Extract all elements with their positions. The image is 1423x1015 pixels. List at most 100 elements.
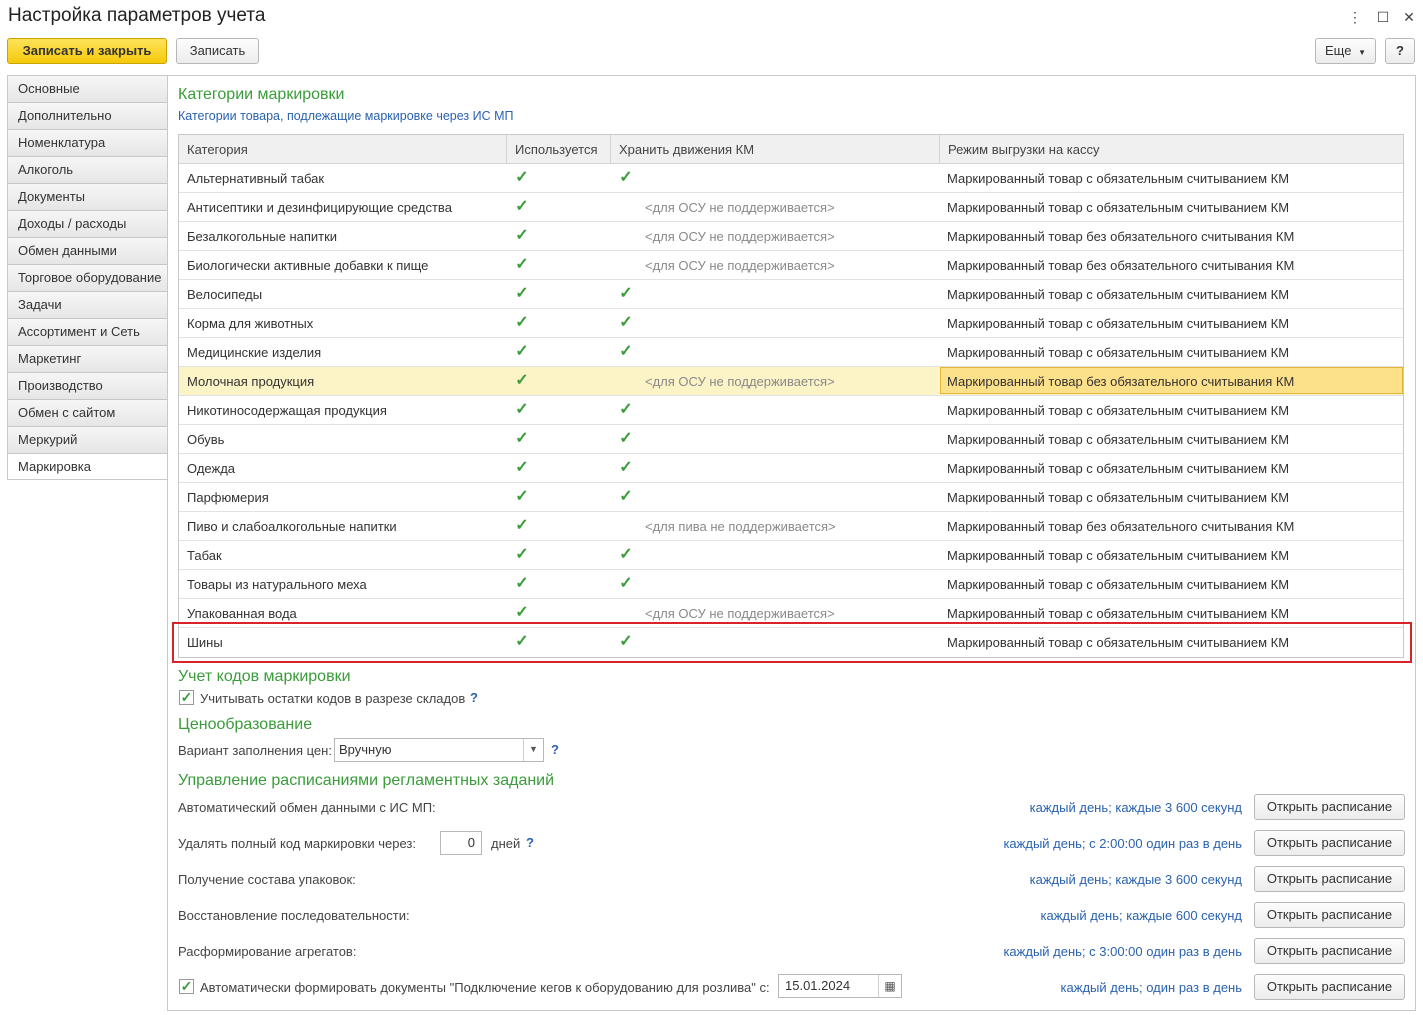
used-checkbox[interactable]: ✓ (515, 518, 529, 534)
schedule-link-package-contents[interactable]: каждый день; каждые 3 600 секунд (1030, 872, 1242, 887)
open-schedule-button[interactable]: Открыть расписание (1254, 830, 1405, 856)
schedule-link-delete-codes[interactable]: каждый день; с 2:00:00 один раз в день (1003, 836, 1242, 851)
upload-mode-cell[interactable]: Маркированный товар без обязательного сч… (947, 251, 1294, 280)
delete-codes-days-input[interactable]: 0 (440, 831, 482, 855)
upload-mode-cell[interactable]: Маркированный товар с обязательным считы… (947, 164, 1289, 193)
upload-mode-cell[interactable]: Маркированный товар с обязательным считы… (947, 193, 1289, 222)
upload-mode-cell[interactable]: Маркированный товар с обязательным считы… (947, 338, 1289, 367)
schedule-link-keg-documents[interactable]: каждый день; один раз в день (1061, 980, 1242, 995)
nav-item-nomenclature[interactable]: Номенклатура (7, 129, 168, 156)
store-movements-checkbox[interactable]: ✓ (619, 344, 633, 360)
upload-mode-cell[interactable]: Маркированный товар с обязательным считы… (947, 570, 1289, 599)
keg-documents-checkbox[interactable]: ✓ (179, 979, 194, 994)
save-button[interactable]: Записать (176, 38, 259, 64)
used-checkbox[interactable]: ✓ (515, 547, 529, 563)
table-row[interactable]: Никотиносодержащая продукция ✓ ✓ Маркирован… (179, 396, 1403, 425)
column-header-used[interactable]: Используется (507, 135, 611, 164)
store-movements-checkbox[interactable]: ✓ (619, 315, 633, 331)
more-options-icon[interactable]: ⋮ (1345, 7, 1365, 27)
schedule-link-aggregate-disband[interactable]: каждый день; с 3:00:00 один раз в день (1003, 944, 1242, 959)
used-checkbox[interactable]: ✓ (515, 605, 529, 621)
price-fill-help-icon[interactable]: ? (551, 742, 559, 757)
used-checkbox[interactable]: ✓ (515, 344, 529, 360)
column-header-upload-mode[interactable]: Режим выгрузки на кассу (940, 135, 1403, 164)
nav-item-documents[interactable]: Документы (7, 183, 168, 210)
warehouse-balance-checkbox[interactable]: ✓ (179, 690, 194, 705)
upload-mode-cell[interactable]: Маркированный товар без обязательного сч… (947, 512, 1294, 541)
nav-item-production[interactable]: Производство (7, 372, 168, 399)
upload-mode-cell[interactable]: Маркированный товар с обязательным считы… (947, 541, 1289, 570)
chevron-down-icon[interactable]: ▼ (523, 739, 543, 761)
table-row[interactable]: Пиво и слабоалкогольные напитки ✓ <для пив… (179, 512, 1403, 541)
table-row[interactable]: Парфюмерия ✓ ✓ Маркированный товар с обязат… (179, 483, 1403, 512)
save-and-close-button[interactable]: Записать и закрыть (7, 38, 167, 64)
used-checkbox[interactable]: ✓ (515, 460, 529, 476)
table-row[interactable]: Велосипеды ✓ ✓ Маркированный товар с обязат… (179, 280, 1403, 309)
open-schedule-button[interactable]: Открыть расписание (1254, 794, 1405, 820)
used-checkbox[interactable]: ✓ (515, 286, 529, 302)
table-row[interactable]: Медицинские изделия ✓ ✓ Маркированный товар… (179, 338, 1403, 367)
used-checkbox[interactable]: ✓ (515, 257, 529, 273)
upload-mode-cell[interactable]: Маркированный товар без обязательного сч… (947, 222, 1294, 251)
upload-mode-cell[interactable]: Маркированный товар с обязательным считы… (947, 280, 1289, 309)
upload-mode-cell[interactable]: Маркированный товар с обязательным считы… (947, 425, 1289, 454)
store-movements-checkbox[interactable]: ✓ (619, 460, 633, 476)
store-movements-checkbox[interactable]: ✓ (619, 402, 633, 418)
nav-item-alcohol[interactable]: Алкоголь (7, 156, 168, 183)
used-checkbox[interactable]: ✓ (515, 228, 529, 244)
open-schedule-button[interactable]: Открыть расписание (1254, 902, 1405, 928)
nav-item-mercury[interactable]: Меркурий (7, 426, 168, 453)
delete-codes-help-icon[interactable]: ? (526, 835, 534, 850)
upload-mode-cell[interactable]: Маркированный товар с обязательным считы… (947, 396, 1289, 425)
table-row[interactable]: Товары из натурального меха ✓ ✓ Маркированн… (179, 570, 1403, 599)
nav-item-assortment[interactable]: Ассортимент и Сеть (7, 318, 168, 345)
nav-item-data-exchange[interactable]: Обмен данными (7, 237, 168, 264)
column-header-store-movements[interactable]: Хранить движения КМ (611, 135, 940, 164)
store-movements-checkbox[interactable]: ✓ (619, 286, 633, 302)
table-row[interactable]: Табак ✓ ✓ Маркированный товар с обязательны… (179, 541, 1403, 570)
table-row[interactable]: Одежда ✓ ✓ Маркированный товар с обязательн… (179, 454, 1403, 483)
used-checkbox[interactable]: ✓ (515, 402, 529, 418)
used-checkbox[interactable]: ✓ (515, 431, 529, 447)
maximize-icon[interactable]: ☐ (1373, 7, 1393, 27)
used-checkbox[interactable]: ✓ (515, 576, 529, 592)
upload-mode-cell[interactable]: Маркированный товар с обязательным считы… (947, 309, 1289, 338)
store-movements-checkbox[interactable]: ✓ (619, 431, 633, 447)
open-schedule-button[interactable]: Открыть расписание (1254, 974, 1405, 1000)
store-movements-checkbox[interactable]: ✓ (619, 547, 633, 563)
upload-mode-cell[interactable]: Маркированный товар с обязательным считы… (947, 483, 1289, 512)
store-movements-checkbox[interactable]: ✓ (619, 576, 633, 592)
nav-item-marketing[interactable]: Маркетинг (7, 345, 168, 372)
store-movements-checkbox[interactable]: ✓ (619, 489, 633, 505)
nav-item-main[interactable]: Основные (7, 75, 168, 102)
price-fill-select[interactable]: Вручную ▼ (334, 738, 544, 762)
open-schedule-button[interactable]: Открыть расписание (1254, 938, 1405, 964)
used-checkbox[interactable]: ✓ (515, 373, 529, 389)
open-schedule-button[interactable]: Открыть расписание (1254, 866, 1405, 892)
table-row[interactable]: Безалкогольные напитки ✓ <для ОСУ не подде… (179, 222, 1403, 251)
column-header-category[interactable]: Категория (179, 135, 507, 164)
used-checkbox[interactable]: ✓ (515, 199, 529, 215)
nav-item-income-expenses[interactable]: Доходы / расходы (7, 210, 168, 237)
calendar-icon[interactable]: ▦ (878, 975, 901, 997)
table-row[interactable]: Биологически активные добавки к пище ✓ <дл… (179, 251, 1403, 280)
table-row[interactable]: Корма для животных ✓ ✓ Маркированный товар … (179, 309, 1403, 338)
used-checkbox[interactable]: ✓ (515, 315, 529, 331)
schedule-link-ismp-exchange[interactable]: каждый день; каждые 3 600 секунд (1030, 800, 1242, 815)
nav-item-additional[interactable]: Дополнительно (7, 102, 168, 129)
schedule-link-sequence-restore[interactable]: каждый день; каждые 600 секунд (1041, 908, 1243, 923)
warehouse-balance-help-icon[interactable]: ? (470, 690, 478, 705)
used-checkbox[interactable]: ✓ (515, 489, 529, 505)
close-icon[interactable]: ✕ (1399, 7, 1419, 27)
table-row[interactable]: Молочная продукция ✓ <для ОСУ не поддержив… (179, 367, 1403, 396)
store-movements-checkbox[interactable]: ✓ (619, 170, 633, 186)
nav-item-site-exchange[interactable]: Обмен с сайтом (7, 399, 168, 426)
nav-item-tasks[interactable]: Задачи (7, 291, 168, 318)
upload-mode-cell[interactable]: Маркированный товар с обязательным считы… (947, 454, 1289, 483)
nav-item-marking[interactable]: Маркировка (7, 453, 168, 480)
table-row[interactable]: Обувь ✓ ✓ Маркированный товар с обязательны… (179, 425, 1403, 454)
upload-mode-cell[interactable]: Маркированный товар без обязательного сч… (947, 367, 1294, 396)
table-row[interactable]: Альтернативный табак ✓ ✓ Маркированный това… (179, 164, 1403, 193)
table-row[interactable]: Антисептики и дезинфицирующие средства ✓ <… (179, 193, 1403, 222)
more-button[interactable]: Еще ▼ (1315, 38, 1376, 64)
